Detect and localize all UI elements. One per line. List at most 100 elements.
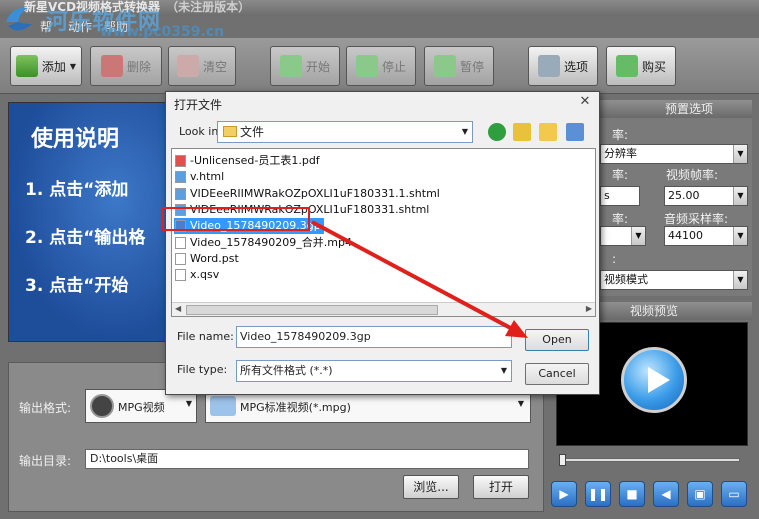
seek-bar[interactable]: [559, 454, 740, 466]
pause-button[interactable]: 暂停: [424, 46, 494, 86]
scroll-right-icon[interactable]: ▶: [586, 304, 592, 313]
open-folder-button[interactable]: ▭: [721, 481, 747, 507]
chevron-down-icon: ▼: [733, 227, 747, 245]
file-list-item[interactable]: v.html: [174, 169, 224, 185]
output-format-label: 输出格式:: [19, 401, 72, 415]
file-icon: [175, 252, 186, 265]
seek-handle[interactable]: [559, 454, 566, 466]
video-mode-value: 视频模式: [604, 273, 648, 286]
output-format-value: MPG视频: [118, 401, 165, 414]
look-in-select[interactable]: 文件 ▼: [217, 121, 473, 143]
banner-step: 1. 点击“添加: [25, 180, 129, 200]
folder-icon: [223, 126, 237, 137]
refresh-icon: [279, 55, 302, 77]
browse-button[interactable]: 浏览...: [403, 475, 459, 499]
pause-button-label: 暂停: [459, 59, 484, 74]
chevron-down-icon: ▼: [185, 399, 192, 408]
open-file-dialog: 打开文件 ✕ Look in: 文件 ▼ -Unlicensed-员工表1.pd…: [165, 91, 600, 395]
add-icon: [15, 55, 38, 77]
audio-samplerate-value: 44100: [668, 229, 703, 242]
gear-icon: [537, 55, 560, 77]
options-button[interactable]: 选项: [528, 46, 598, 86]
options-button-label: 选项: [563, 59, 588, 74]
scroll-thumb[interactable]: [186, 305, 438, 315]
settings-label: 率:: [612, 168, 629, 182]
chevron-down-icon: ▼: [500, 366, 507, 375]
file-name: Word.pst: [190, 251, 239, 265]
file-name-input[interactable]: Video_1578490209.3gp: [236, 326, 512, 348]
close-icon[interactable]: ✕: [577, 94, 593, 110]
volume-button[interactable]: ◀: [653, 481, 679, 507]
chevron-down-icon: ▼: [517, 399, 524, 408]
file-icon: [175, 269, 186, 282]
file-list-item[interactable]: x.qsv: [174, 267, 219, 283]
banner-title: 使用说明: [31, 127, 120, 152]
file-icon: [175, 236, 186, 249]
add-button[interactable]: 添加 ▼: [10, 46, 82, 86]
buy-button[interactable]: 购买: [606, 46, 676, 86]
play-button[interactable]: ▶: [551, 481, 577, 507]
file-list-item[interactable]: -Unlicensed-员工表1.pdf: [174, 153, 320, 169]
instructions-banner: 使用说明 1. 点击“添加 2. 点击“输出格 3. 点击“开始: [8, 102, 188, 342]
audio-samplerate-select[interactable]: 44100 ▼: [664, 226, 748, 246]
html-icon: [175, 187, 186, 200]
scroll-left-icon[interactable]: ◀: [175, 304, 181, 313]
start-button[interactable]: 开始: [270, 46, 340, 86]
delete-icon: [100, 55, 123, 77]
app-title-suffix: （未注册版本）: [166, 0, 251, 14]
up-folder-icon[interactable]: [513, 123, 531, 141]
html-icon: [175, 171, 186, 184]
stop-icon: [355, 55, 378, 77]
camera-icon: ▣: [694, 487, 706, 501]
resolution-select[interactable]: 分辨率 ▼: [600, 144, 748, 164]
new-folder-icon[interactable]: [539, 123, 557, 141]
audio-select[interactable]: ▼: [600, 226, 646, 246]
snapshot-button[interactable]: ▣: [687, 481, 713, 507]
clear-button[interactable]: 清空: [168, 46, 236, 86]
back-icon[interactable]: [488, 123, 506, 141]
clear-button-label: 清空: [202, 59, 227, 74]
file-name: v.html: [190, 170, 225, 184]
app-logo-icon: [6, 7, 32, 31]
stop-button[interactable]: ■: [619, 481, 645, 507]
file-type-label: File type:: [177, 363, 228, 376]
delete-button[interactable]: 删除: [90, 46, 162, 86]
settings-label: :: [612, 252, 617, 266]
file-list-item[interactable]: VIDEeeRIIMWRakOZpOXLI1uF180331.1.shtml: [174, 186, 440, 202]
file-list: -Unlicensed-员工表1.pdf v.html VIDEeeRIIMWRak…: [171, 148, 596, 317]
bitrate-value: s: [604, 189, 610, 202]
open-button[interactable]: Open: [525, 329, 589, 351]
play-icon[interactable]: [621, 347, 687, 413]
file-list-item[interactable]: Video_1578490209_合并.mp4: [174, 235, 352, 251]
video-fps-select[interactable]: 25.00 ▼: [664, 186, 748, 206]
file-name: VIDEeeRIIMWRakOZpOXLI1uF180331.1.shtml: [190, 186, 440, 200]
cancel-button[interactable]: Cancel: [525, 363, 589, 385]
chevron-down-icon: ▼: [631, 227, 645, 245]
output-profile-value: MPG标准视频(*.mpg): [240, 401, 351, 414]
play-icon: ▶: [559, 487, 569, 501]
file-name: Video_1578490209_合并.mp4: [190, 235, 352, 249]
horizontal-scrollbar[interactable]: ◀ ▶: [172, 302, 595, 316]
look-in-value: 文件: [240, 125, 265, 139]
look-in-label: Look in:: [179, 125, 222, 138]
file-list-item[interactable]: Word.pst: [174, 251, 239, 267]
file-type-select[interactable]: 所有文件格式 (*.*) ▼: [236, 360, 512, 382]
chevron-down-icon: ▼: [69, 61, 77, 71]
open-output-button[interactable]: 打开: [473, 475, 529, 499]
settings-label: 率:: [612, 212, 629, 226]
settings-header: 预置选项: [600, 100, 752, 118]
video-profile-icon: [210, 396, 236, 416]
output-dir-label: 输出目录:: [19, 454, 72, 468]
view-menu-icon[interactable]: [566, 123, 584, 141]
stop-button-label: 停止: [381, 59, 406, 74]
video-mode-select[interactable]: 视频模式 ▼: [600, 270, 748, 290]
chevron-down-icon: ▼: [733, 187, 747, 205]
film-reel-icon: [90, 394, 114, 418]
file-type-value: 所有文件格式 (*.*): [240, 364, 333, 377]
pause-icon: ❚❚: [587, 487, 609, 501]
output-dir-field[interactable]: D:\tools\桌面: [85, 449, 529, 469]
pause-button[interactable]: ❚❚: [585, 481, 611, 507]
stop-button[interactable]: 停止: [346, 46, 416, 86]
bitrate-select[interactable]: s: [600, 186, 640, 206]
pdf-icon: [175, 155, 186, 167]
